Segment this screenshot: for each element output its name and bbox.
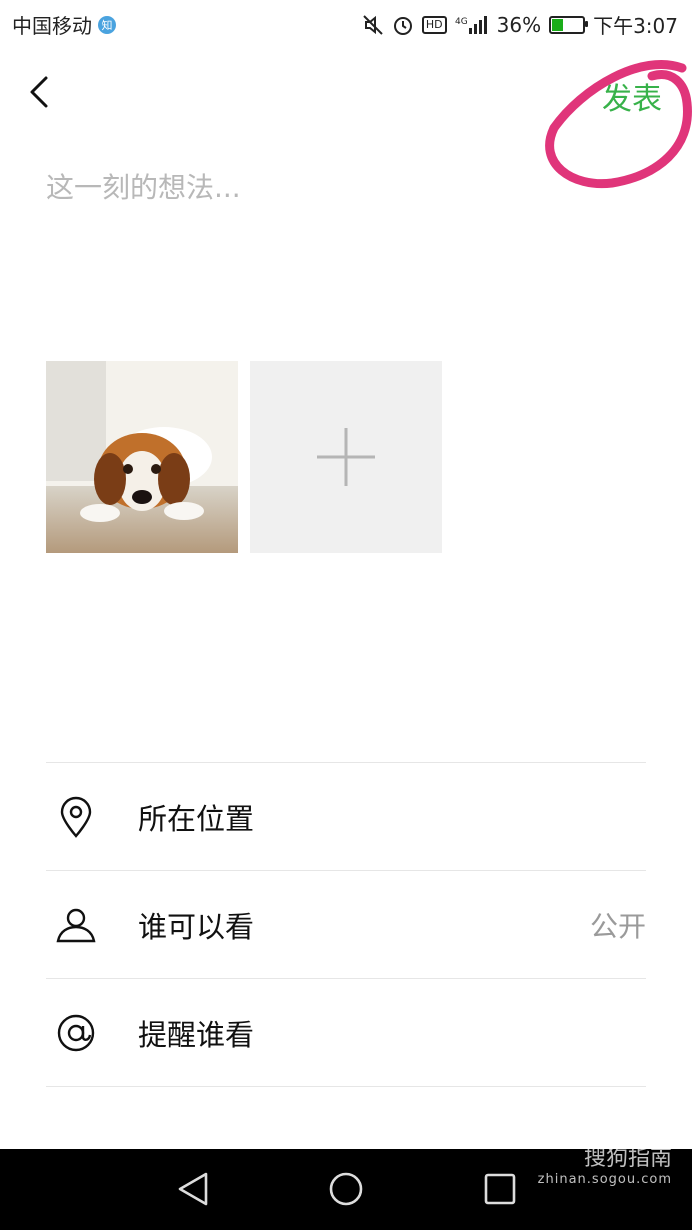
- option-mention[interactable]: 提醒谁看: [46, 978, 646, 1086]
- location-pin-icon: [46, 796, 106, 838]
- option-mention-label: 提醒谁看: [138, 1017, 255, 1052]
- recents-square-icon[interactable]: [484, 1171, 516, 1211]
- battery-icon: [549, 15, 589, 34]
- watermark: 搜狗指南 zhinan.sogou.com: [538, 1146, 672, 1188]
- option-visibility-value: 公开: [589, 909, 646, 943]
- options-list: 所在位置 谁可以看 公开 提醒谁看: [46, 762, 646, 1194]
- signal-icon: 4G: [455, 14, 489, 36]
- status-time: 下午3:07: [593, 14, 678, 38]
- chevron-left-icon[interactable]: [26, 72, 56, 112]
- home-circle-icon[interactable]: [328, 1171, 364, 1211]
- signal-label: 4G: [455, 17, 468, 27]
- back-triangle-icon[interactable]: [176, 1171, 210, 1211]
- media-grid: [46, 361, 442, 553]
- watermark-brand: 搜狗指南: [583, 1146, 672, 1171]
- status-right: HD 4G 36% 下午3:07: [362, 10, 678, 39]
- battery-percent: 36%: [496, 12, 542, 37]
- photo-thumbnail[interactable]: [46, 361, 238, 553]
- carrier-badge-icon: 知: [98, 15, 116, 34]
- alarm-icon: [392, 14, 414, 36]
- option-location[interactable]: 所在位置: [46, 762, 646, 870]
- add-photo-button[interactable]: [250, 361, 442, 553]
- mute-icon: [362, 14, 384, 36]
- watermark-url: zhinan.sogou.com: [537, 1172, 672, 1188]
- option-visibility[interactable]: 谁可以看 公开: [46, 870, 646, 978]
- option-visibility-label: 谁可以看: [138, 909, 255, 944]
- person-icon: [46, 907, 106, 943]
- status-left: 中国移动 知: [12, 10, 116, 39]
- carrier-name: 中国移动: [12, 14, 92, 38]
- hd-icon: HD: [421, 15, 447, 34]
- plus-icon: [317, 428, 375, 486]
- publish-button[interactable]: 发表: [602, 74, 662, 118]
- top-bar: 发表: [0, 48, 692, 189]
- at-icon: [46, 1013, 106, 1053]
- status-bar: 中国移动 知 HD 4G 36% 下午3:07: [0, 0, 692, 48]
- option-location-label: 所在位置: [138, 801, 255, 836]
- compose-input[interactable]: 这一刻的想法...: [46, 166, 241, 206]
